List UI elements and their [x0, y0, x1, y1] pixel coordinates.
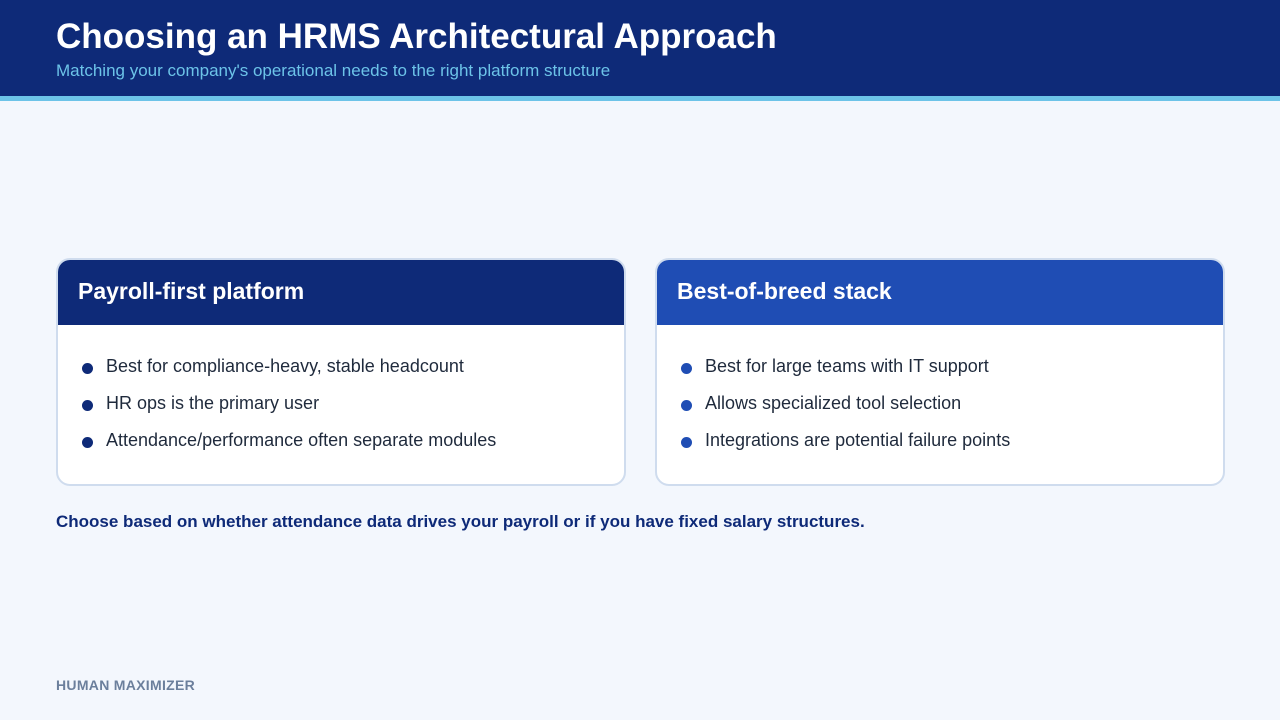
bullet-dot-icon [681, 437, 692, 448]
list-item: Best for large teams with IT support [681, 348, 1223, 385]
page-subtitle: Matching your company's operational need… [56, 61, 611, 80]
list-item-text: Best for large teams with IT support [705, 356, 989, 376]
list-item: Best for compliance-heavy, stable headco… [82, 348, 624, 385]
header-accent-line [0, 96, 1280, 101]
bullet-dot-icon [82, 363, 93, 374]
bullet-dot-icon [82, 400, 93, 411]
bullet-dot-icon [82, 437, 93, 448]
card-list: Best for compliance-heavy, stable headco… [58, 325, 624, 459]
card-list: Best for large teams with IT support All… [657, 325, 1223, 459]
list-item-text: Integrations are potential failure point… [705, 430, 1011, 450]
card-title: Best-of-breed stack [657, 260, 1223, 325]
takeaway-text: Choose based on whether attendance data … [56, 512, 865, 531]
list-item-text: Attendance/performance often separate mo… [106, 430, 497, 450]
bullet-dot-icon [681, 363, 692, 374]
list-item: HR ops is the primary user [82, 385, 624, 422]
list-item-text: HR ops is the primary user [106, 393, 320, 413]
bullet-dot-icon [681, 400, 692, 411]
list-item: Integrations are potential failure point… [681, 422, 1223, 459]
card-title: Payroll-first platform [58, 260, 624, 325]
slide: Choosing an HRMS Architectural Approach … [0, 0, 1280, 720]
page-title: Choosing an HRMS Architectural Approach [56, 17, 777, 56]
card-payroll-first: Payroll-first platform Best for complian… [56, 258, 626, 486]
list-item: Allows specialized tool selection [681, 385, 1223, 422]
list-item-text: Best for compliance-heavy, stable headco… [106, 356, 464, 376]
list-item-text: Allows specialized tool selection [705, 393, 962, 413]
footer-brand: HUMAN MAXIMIZER [56, 677, 196, 693]
header-bar: Choosing an HRMS Architectural Approach … [0, 0, 1280, 96]
list-item: Attendance/performance often separate mo… [82, 422, 624, 459]
card-best-of-breed: Best-of-breed stack Best for large teams… [655, 258, 1225, 486]
